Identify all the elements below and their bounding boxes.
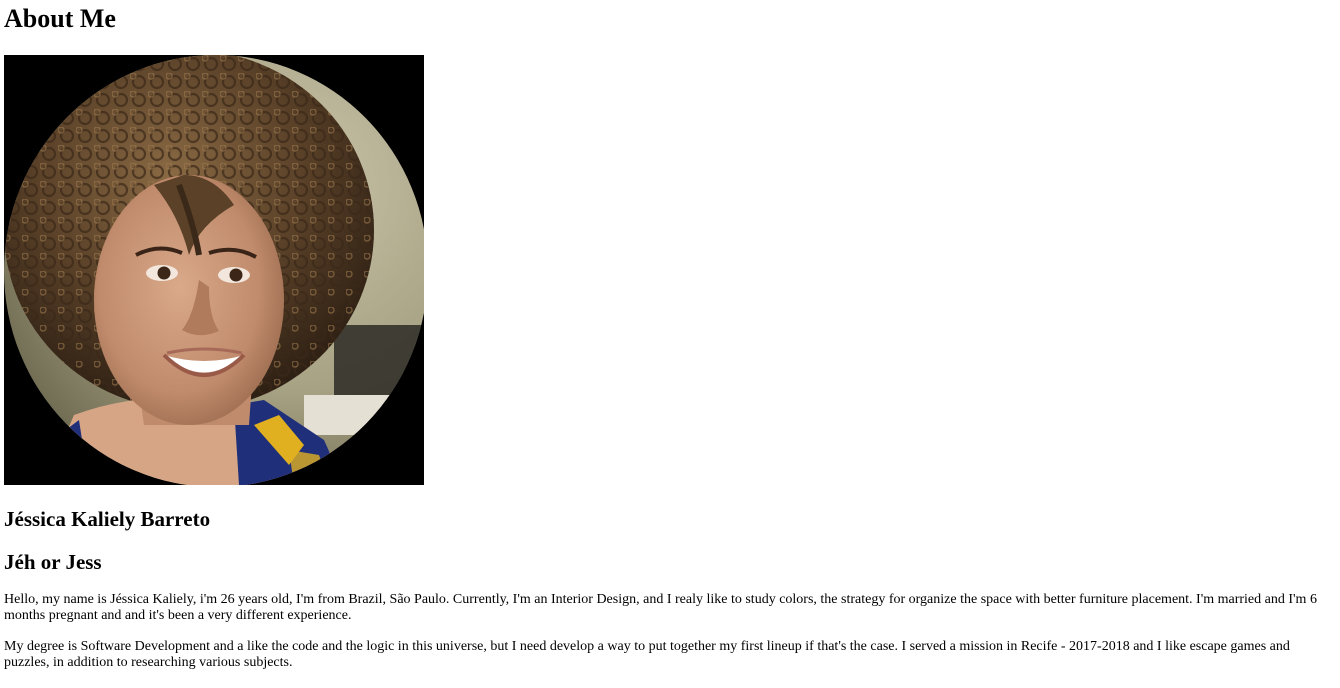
profile-photo-illustration	[4, 55, 424, 485]
profile-photo	[4, 55, 424, 485]
bio-paragraph: Hello, my name is Jéssica Kaliely, i'm 2…	[4, 592, 1317, 623]
about-page: About Me Jéssica Kaliely Barreto Jéh or …	[0, 0, 1340, 671]
page-title: About Me	[4, 4, 116, 33]
full-name-heading: Jéssica Kaliely Barreto	[4, 507, 211, 531]
bio-paragraph: My degree is Software Development and a …	[4, 639, 1290, 670]
nickname-heading: Jéh or Jess	[4, 550, 102, 574]
